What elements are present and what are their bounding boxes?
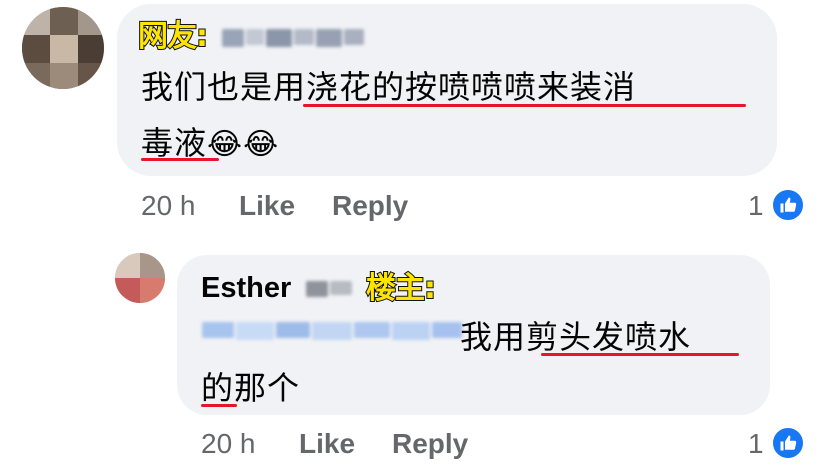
avatar-pixel [50, 7, 78, 35]
reply-button[interactable]: Reply [392, 428, 468, 460]
reaction-count[interactable]: 1 [748, 428, 764, 460]
comment-text-segment: 剪头发喷水 [526, 318, 692, 356]
comment-timestamp[interactable]: 20 h [141, 190, 196, 222]
avatar-pixel [78, 63, 104, 89]
avatar-pixel [22, 63, 50, 89]
blurred-username [222, 29, 364, 47]
avatar-pixel [78, 7, 104, 35]
avatar-pixel [50, 35, 78, 63]
highlight-underline [201, 404, 237, 407]
comment-text-line2: 的那个 [201, 363, 300, 409]
commenter-tag: 网友: [137, 18, 209, 55]
reply-button[interactable]: Reply [332, 190, 408, 222]
avatar-pixel [22, 7, 50, 35]
avatar-pixel [140, 278, 165, 303]
like-button[interactable]: Like [299, 428, 355, 460]
blurred-surname [306, 281, 352, 297]
avatar-pixel [22, 35, 50, 63]
laugh-emoji-icon: 😂😂 [207, 127, 280, 162]
comment-text-segment: 我用 [460, 318, 527, 356]
comment-text-line1: 我用剪头发喷水 [460, 312, 691, 358]
highlight-underline [541, 353, 739, 356]
thumbs-up-glyph [780, 197, 797, 213]
avatar-pixel [50, 63, 78, 89]
highlight-underline [141, 158, 219, 161]
comment-text-segment: 我们也是 [141, 68, 274, 106]
comment-timestamp[interactable]: 20 h [201, 428, 256, 460]
commenter-name[interactable]: Esther [201, 272, 291, 305]
thumbs-up-glyph [780, 435, 797, 451]
avatar-pixel [115, 278, 140, 303]
reaction-count[interactable]: 1 [748, 190, 764, 222]
comment-text-segment: 毒液 [141, 124, 208, 162]
comment-text-line1: 我们也是用浇花的按喷喷喷来装消 [141, 62, 636, 108]
avatar[interactable] [22, 7, 104, 89]
thumbs-up-icon[interactable] [770, 187, 806, 223]
blurred-mention[interactable] [202, 322, 462, 340]
avatar[interactable] [115, 253, 165, 303]
thumbs-up-icon[interactable] [770, 425, 806, 461]
comment-text-segment: 的 [201, 369, 235, 407]
like-button[interactable]: Like [239, 190, 295, 222]
comment-text-segment: 用浇花的按喷喷喷来装消 [273, 68, 637, 106]
poster-tag: 楼主: [365, 270, 437, 307]
highlight-underline [303, 104, 746, 107]
avatar-pixel [115, 253, 140, 278]
comment-text-segment: 那个 [234, 369, 301, 407]
avatar-pixel [140, 253, 165, 278]
avatar-pixel [78, 35, 104, 63]
